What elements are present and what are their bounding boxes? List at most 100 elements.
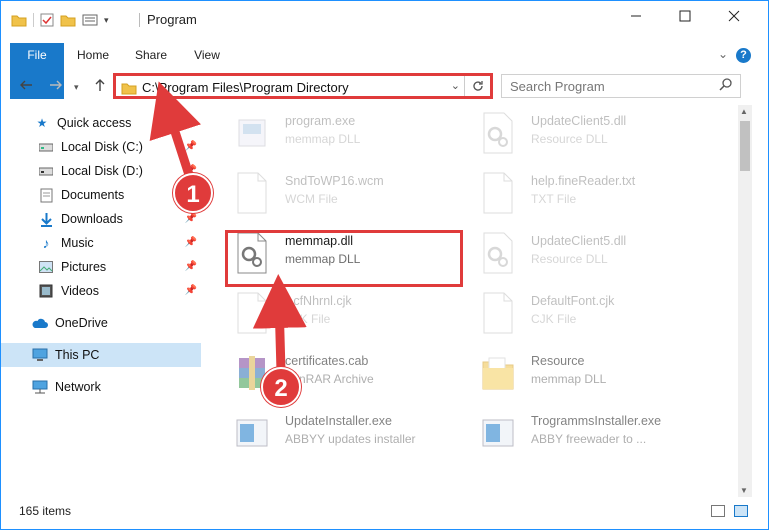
star-icon: ★	[36, 116, 48, 130]
close-button[interactable]	[711, 1, 757, 31]
videos-icon	[38, 283, 54, 299]
sidebar-item-quick-access[interactable]: ★ Quick access	[1, 111, 201, 135]
computer-icon	[32, 347, 48, 363]
scroll-up-icon[interactable]: ▲	[740, 107, 748, 116]
file-item[interactable]: TrogrammsInstaller.exe ABBY freewader to…	[467, 408, 697, 464]
file-name: UpdateInstaller.exe	[285, 414, 393, 428]
scroll-down-icon[interactable]: ▼	[740, 486, 748, 495]
blank-file-icon	[237, 172, 267, 214]
file-item[interactable]: UpdateClient5.dll Resource DLL	[467, 228, 697, 284]
file-list: program.exe memmap DLL UpdateClient5.dll…	[211, 106, 737, 496]
tab-view[interactable]: View	[187, 43, 227, 68]
details-view-icon[interactable]	[711, 505, 725, 517]
scrollbar-thumb[interactable]	[740, 121, 750, 171]
view-options-icon[interactable]	[82, 13, 98, 27]
sidebar-item-videos[interactable]: Videos 📌	[1, 279, 201, 303]
sidebar-item-label: Music	[61, 236, 94, 250]
vertical-scrollbar[interactable]: ▲ ▼	[738, 105, 752, 497]
file-name: help.fineReader.txt	[531, 174, 636, 188]
sidebar-item-label: Network	[55, 380, 101, 394]
maximize-button[interactable]	[662, 1, 708, 31]
tab-home[interactable]: Home	[71, 43, 115, 68]
documents-icon	[38, 187, 54, 203]
new-folder-icon[interactable]	[60, 13, 76, 27]
file-name: program.exe	[285, 114, 356, 128]
search-input[interactable]: Search Program	[501, 74, 741, 98]
file-name: DefaultFont.cjk	[531, 294, 615, 308]
file-name: UpdateClient5.dll	[531, 234, 627, 248]
refresh-button[interactable]	[464, 76, 490, 96]
sidebar-item-pictures[interactable]: Pictures 📌	[1, 255, 201, 279]
forward-button[interactable]	[49, 78, 63, 96]
sidebar-item-label: Documents	[61, 188, 125, 202]
sidebar-item-local-disk-c[interactable]: Local Disk (C:) 📌	[1, 135, 201, 159]
pin-icon[interactable]: 📌	[185, 213, 197, 224]
file-name: SndToWP16.wcm	[285, 174, 384, 188]
recent-locations-icon[interactable]: ▾	[74, 82, 79, 93]
pin-icon[interactable]: 📌	[185, 261, 197, 272]
file-item[interactable]: certificates.cab WinRAR Archive	[221, 348, 451, 404]
installer-icon	[236, 419, 268, 447]
file-name: UpdateClient5.dll	[531, 114, 627, 128]
sidebar-item-music[interactable]: ♪ Music 📌	[1, 231, 201, 255]
pin-icon[interactable]: 📌	[185, 141, 197, 152]
file-type: Resource DLL	[531, 252, 608, 266]
blank-file-icon	[483, 292, 513, 334]
minimize-button[interactable]	[613, 1, 659, 31]
blank-file-icon	[483, 172, 513, 214]
sidebar-item-label: OneDrive	[55, 316, 108, 330]
music-icon: ♪	[42, 235, 50, 251]
tab-share[interactable]: Share	[129, 43, 173, 68]
address-dropdown-icon[interactable]: ⌄	[451, 79, 460, 92]
properties-icon[interactable]	[40, 13, 54, 27]
forward-arrow-icon	[50, 80, 62, 90]
navigation-bar: ▾ C:\Program Files\Program Directory ⌄ S…	[1, 71, 768, 103]
highlight-box	[225, 230, 463, 287]
file-type: ABBY freewader to ...	[531, 432, 647, 446]
file-type: CJK File	[531, 312, 577, 326]
back-arrow-icon	[20, 80, 32, 90]
sidebar-item-network[interactable]: Network	[1, 375, 201, 399]
sidebar-item-label: Videos	[61, 284, 99, 298]
dll-gear-icon	[483, 232, 513, 274]
file-type: memmap DLL	[285, 132, 361, 146]
file-item[interactable]: AcfNhrnl.cjk CJK File	[221, 288, 451, 344]
step-badge-2: 2	[261, 367, 301, 407]
title-bar: ▾ Program	[1, 1, 768, 37]
qat-dropdown-icon[interactable]: ▾	[104, 15, 109, 26]
pin-icon[interactable]: 📌	[185, 237, 197, 248]
close-icon	[728, 10, 740, 22]
pin-icon[interactable]: 📌	[185, 285, 197, 296]
minimize-icon	[631, 15, 641, 17]
sidebar-item-label: Pictures	[61, 260, 107, 274]
folder-icon	[482, 357, 514, 390]
divider	[139, 13, 140, 27]
divider	[33, 13, 34, 27]
address-path[interactable]: C:\Program Files\Program Directory	[142, 80, 349, 95]
sidebar-item-onedrive[interactable]: OneDrive	[1, 311, 201, 335]
sidebar-item-downloads[interactable]: Downloads 📌	[1, 207, 201, 231]
file-item[interactable]: DefaultFont.cjk CJK File	[467, 288, 697, 344]
file-item[interactable]: help.fineReader.txt TXT File	[467, 168, 697, 224]
large-icons-view-icon[interactable]	[734, 505, 748, 517]
file-item[interactable]: UpdateClient5.dll Resource DLL	[467, 108, 697, 164]
sidebar-item-documents[interactable]: Documents 📌	[1, 183, 201, 207]
installer-icon	[482, 419, 514, 447]
sidebar-item-this-pc[interactable]: This PC	[1, 343, 201, 367]
blank-file-icon	[237, 292, 267, 334]
file-item[interactable]: UpdateInstaller.exe ABBYY updates instal…	[221, 408, 451, 464]
file-item[interactable]: program.exe memmap DLL	[221, 108, 451, 164]
drive-icon	[38, 139, 54, 155]
refresh-icon	[472, 81, 483, 91]
help-icon[interactable]: ?	[736, 48, 751, 63]
file-name: certificates.cab	[285, 354, 369, 368]
quick-access-toolbar: ▾	[11, 12, 109, 28]
up-button[interactable]	[93, 78, 107, 96]
file-item[interactable]: Resource memmap DLL	[467, 348, 697, 404]
back-button[interactable]	[19, 78, 33, 96]
sidebar-item-local-disk-d[interactable]: Local Disk (D:) 📌	[1, 159, 201, 183]
address-bar[interactable]: C:\Program Files\Program Directory ⌄	[113, 73, 493, 99]
sidebar-item-label: Downloads	[61, 212, 123, 226]
expand-ribbon-icon[interactable]: ⌄	[718, 47, 728, 61]
file-item[interactable]: SndToWP16.wcm WCM File	[221, 168, 451, 224]
